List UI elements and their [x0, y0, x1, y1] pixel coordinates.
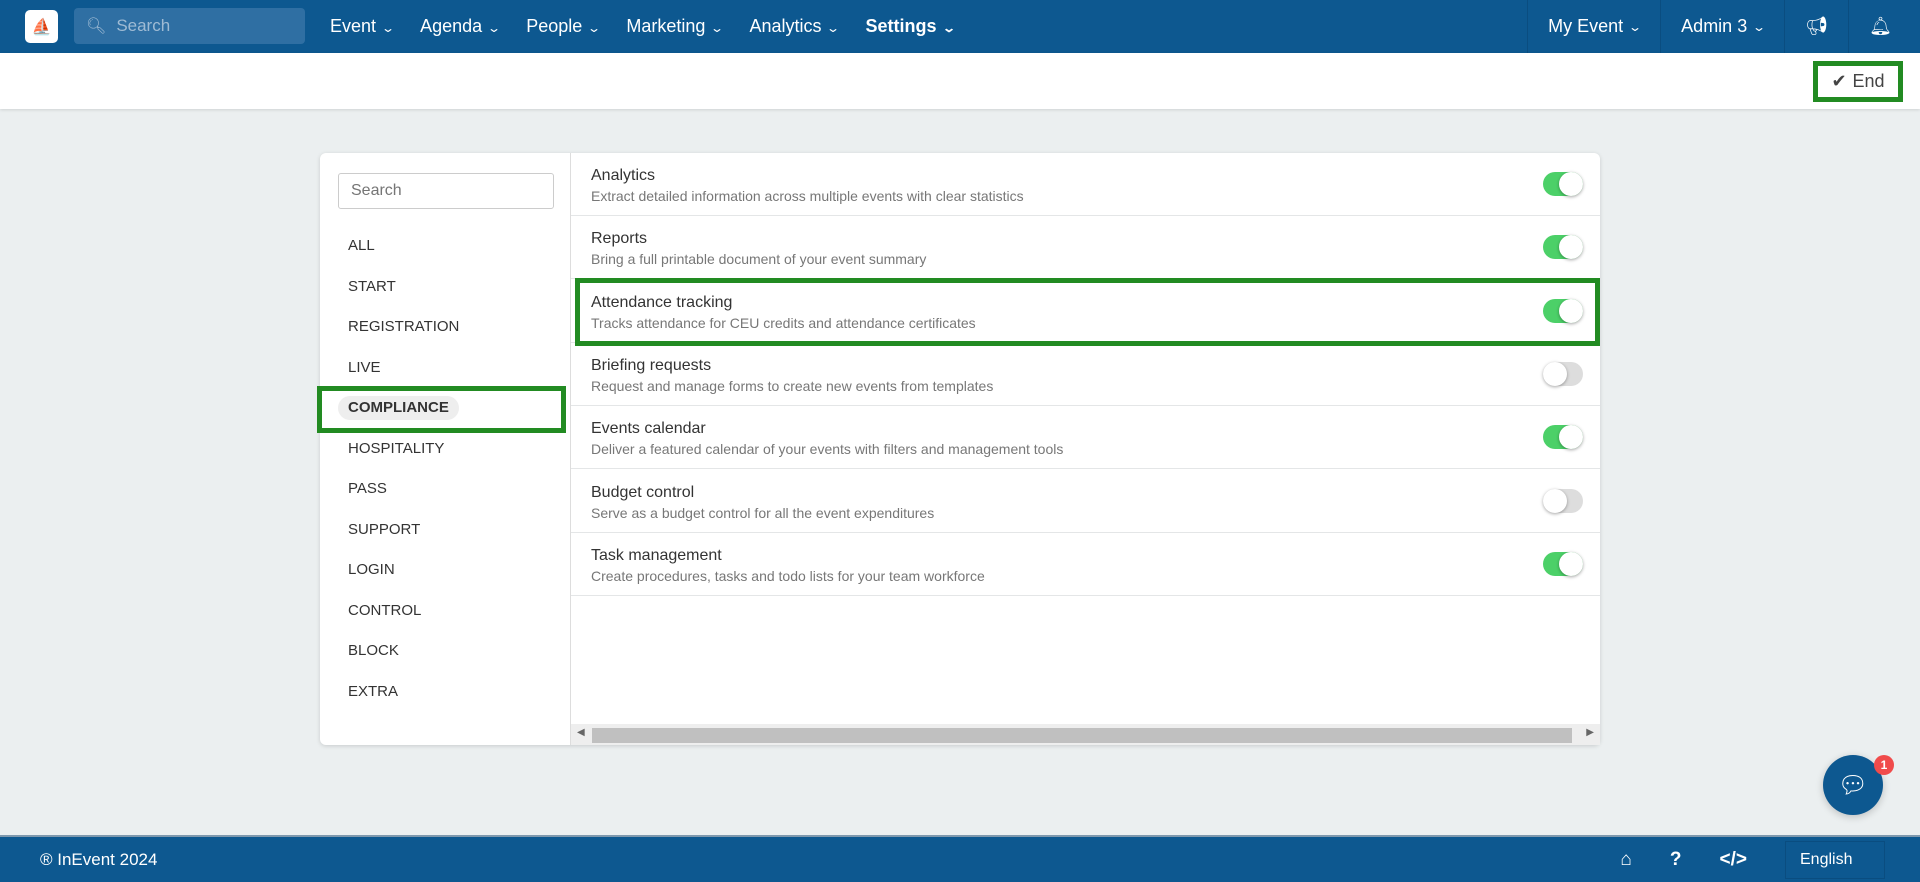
megaphone-icon: 📢︎ — [1805, 16, 1829, 36]
bell-icon: 🔔︎ — [1869, 16, 1892, 36]
category-sidebar: ALL START REGISTRATION LIVE COMPLIANCE HOSPIT… — [320, 153, 571, 745]
tool-toggle[interactable] — [1543, 235, 1583, 260]
chevron-down-icon: ⌄ — [381, 21, 396, 35]
chevron-down-icon: ⌄ — [587, 21, 602, 35]
menu-settings[interactable]: Settings ⌄ — [866, 16, 956, 37]
category-pass[interactable]: PASS — [348, 477, 387, 501]
menu-marketing[interactable]: Marketing ⌄ — [626, 16, 725, 37]
tool-row: Analytics Extract detailed information ac… — [571, 153, 1600, 216]
horizontal-scrollbar[interactable]: ◀ ▶ — [571, 724, 1600, 745]
tool-description: Deliver a featured calendar of your even… — [591, 441, 1064, 458]
code-icon[interactable]: </> — [1720, 849, 1747, 871]
category-start[interactable]: START — [348, 275, 396, 299]
category-extra[interactable]: EXTRA — [348, 680, 398, 704]
end-button[interactable]: ✔ End — [1813, 61, 1903, 102]
tool-title: Reports — [591, 230, 648, 248]
menu-people[interactable]: People ⌄ — [526, 16, 602, 37]
category-live[interactable]: LIVE — [348, 356, 381, 380]
tool-title: Analytics — [591, 167, 656, 184]
category-block[interactable]: BLOCK — [348, 639, 399, 663]
menu-analytics[interactable]: Analytics ⌄ — [749, 16, 841, 37]
toggle-knob — [1543, 488, 1567, 513]
tool-description: Create procedures, tasks and todo lists … — [591, 567, 985, 584]
category-all[interactable]: ALL — [348, 234, 375, 258]
footer: ® InEvent 2024 ⌂ ? </> English — [0, 835, 1920, 882]
tool-description: Tracks attendance for CEU credits and at… — [591, 314, 976, 331]
tools-panel: ALL START REGISTRATION LIVE COMPLIANCE HOSPIT… — [320, 153, 1600, 745]
language-selector[interactable]: English — [1785, 840, 1885, 879]
category-control[interactable]: CONTROL — [348, 599, 421, 623]
chat-icon: 💬︎ — [1837, 771, 1869, 799]
chevron-down-icon: ⌄ — [1752, 19, 1767, 34]
tool-row: Reports Bring a full printable document o… — [571, 216, 1600, 280]
tool-title: Attendance tracking — [591, 293, 733, 311]
copyright: ® InEvent 2024 — [40, 850, 158, 869]
tool-description: Bring a full printable document of your … — [591, 251, 927, 268]
toggle-knob — [1559, 425, 1583, 450]
search-icon: 🔍︎ — [86, 18, 107, 35]
tool-title: Budget control — [591, 483, 695, 501]
category-hospitality[interactable]: HOSPITALITY — [348, 437, 444, 461]
scrollbar-thumb[interactable] — [592, 728, 1572, 743]
help-icon[interactable]: ? — [1670, 849, 1682, 871]
home-icon[interactable]: ⌂ — [1620, 849, 1631, 871]
tool-title: Briefing requests — [591, 356, 712, 374]
scroll-right-icon[interactable]: ▶ — [1586, 727, 1594, 738]
category-login[interactable]: LOGIN — [348, 558, 395, 582]
chevron-down-icon: ⌄ — [710, 21, 725, 35]
chevron-down-icon: ⌄ — [1628, 19, 1643, 34]
user-menu[interactable]: Admin 3 ⌄ — [1660, 0, 1784, 53]
event-selector[interactable]: My Event ⌄ — [1527, 0, 1660, 53]
tool-search-input[interactable] — [338, 173, 554, 209]
tool-row: Task management Create procedures, tasks … — [571, 533, 1600, 596]
toggle-knob — [1559, 298, 1583, 323]
category-registration[interactable]: REGISTRATION — [348, 315, 459, 339]
tool-description: Serve as a budget control for all the ev… — [591, 504, 935, 521]
app-logo[interactable]: ⛵ — [25, 10, 58, 43]
global-search-input[interactable]: 🔍︎ Search — [74, 8, 305, 44]
tool-toggle[interactable] — [1543, 425, 1583, 450]
tool-toggle[interactable] — [1543, 298, 1583, 323]
scroll-left-icon[interactable]: ◀ — [577, 727, 585, 738]
tool-toggle[interactable] — [1543, 361, 1583, 386]
toggle-knob — [1559, 172, 1583, 196]
main-menu: Event ⌄ Agenda ⌄ People ⌄ Marketing ⌄ Analytics ⌄… — [330, 0, 981, 53]
tool-title: Events calendar — [591, 420, 706, 438]
top-navbar: ⛵ 🔍︎ Search Event ⌄ Agenda ⌄ People ⌄ Marketing… — [0, 0, 1920, 53]
toggle-knob — [1559, 551, 1583, 576]
tool-row: Events calendar Deliver a featured calend… — [571, 406, 1600, 470]
chevron-down-icon: ⌄ — [941, 21, 956, 35]
chevron-down-icon: ⌄ — [826, 21, 841, 35]
tool-toggle[interactable] — [1543, 551, 1583, 576]
tool-title: Task management — [591, 546, 722, 564]
action-bar — [0, 53, 1920, 109]
menu-agenda[interactable]: Agenda ⌄ — [420, 16, 502, 37]
tool-description: Extract detailed information across mult… — [591, 188, 1024, 204]
tool-toggle[interactable] — [1543, 172, 1583, 196]
tool-toggle[interactable] — [1543, 488, 1583, 513]
tool-description: Request and manage forms to create new e… — [591, 377, 994, 394]
tool-row: Attendance tracking Tracks attendance for… — [571, 280, 1600, 343]
category-support[interactable]: SUPPORT — [348, 518, 420, 542]
announcements-button[interactable]: 📢︎ — [1784, 0, 1848, 53]
category-compliance[interactable]: COMPLIANCE — [338, 396, 459, 420]
chevron-down-icon: ⌄ — [487, 21, 502, 35]
check-icon: ✔ — [1831, 71, 1847, 91]
toggle-knob — [1543, 361, 1567, 386]
tool-row: Briefing requests Request and manage form… — [571, 343, 1600, 406]
notifications-button[interactable]: 🔔︎ — [1848, 0, 1920, 53]
tool-row: Budget control Serve as a budget control … — [571, 470, 1600, 533]
chat-badge: 1 — [1874, 755, 1894, 775]
menu-event[interactable]: Event ⌄ — [330, 16, 396, 37]
